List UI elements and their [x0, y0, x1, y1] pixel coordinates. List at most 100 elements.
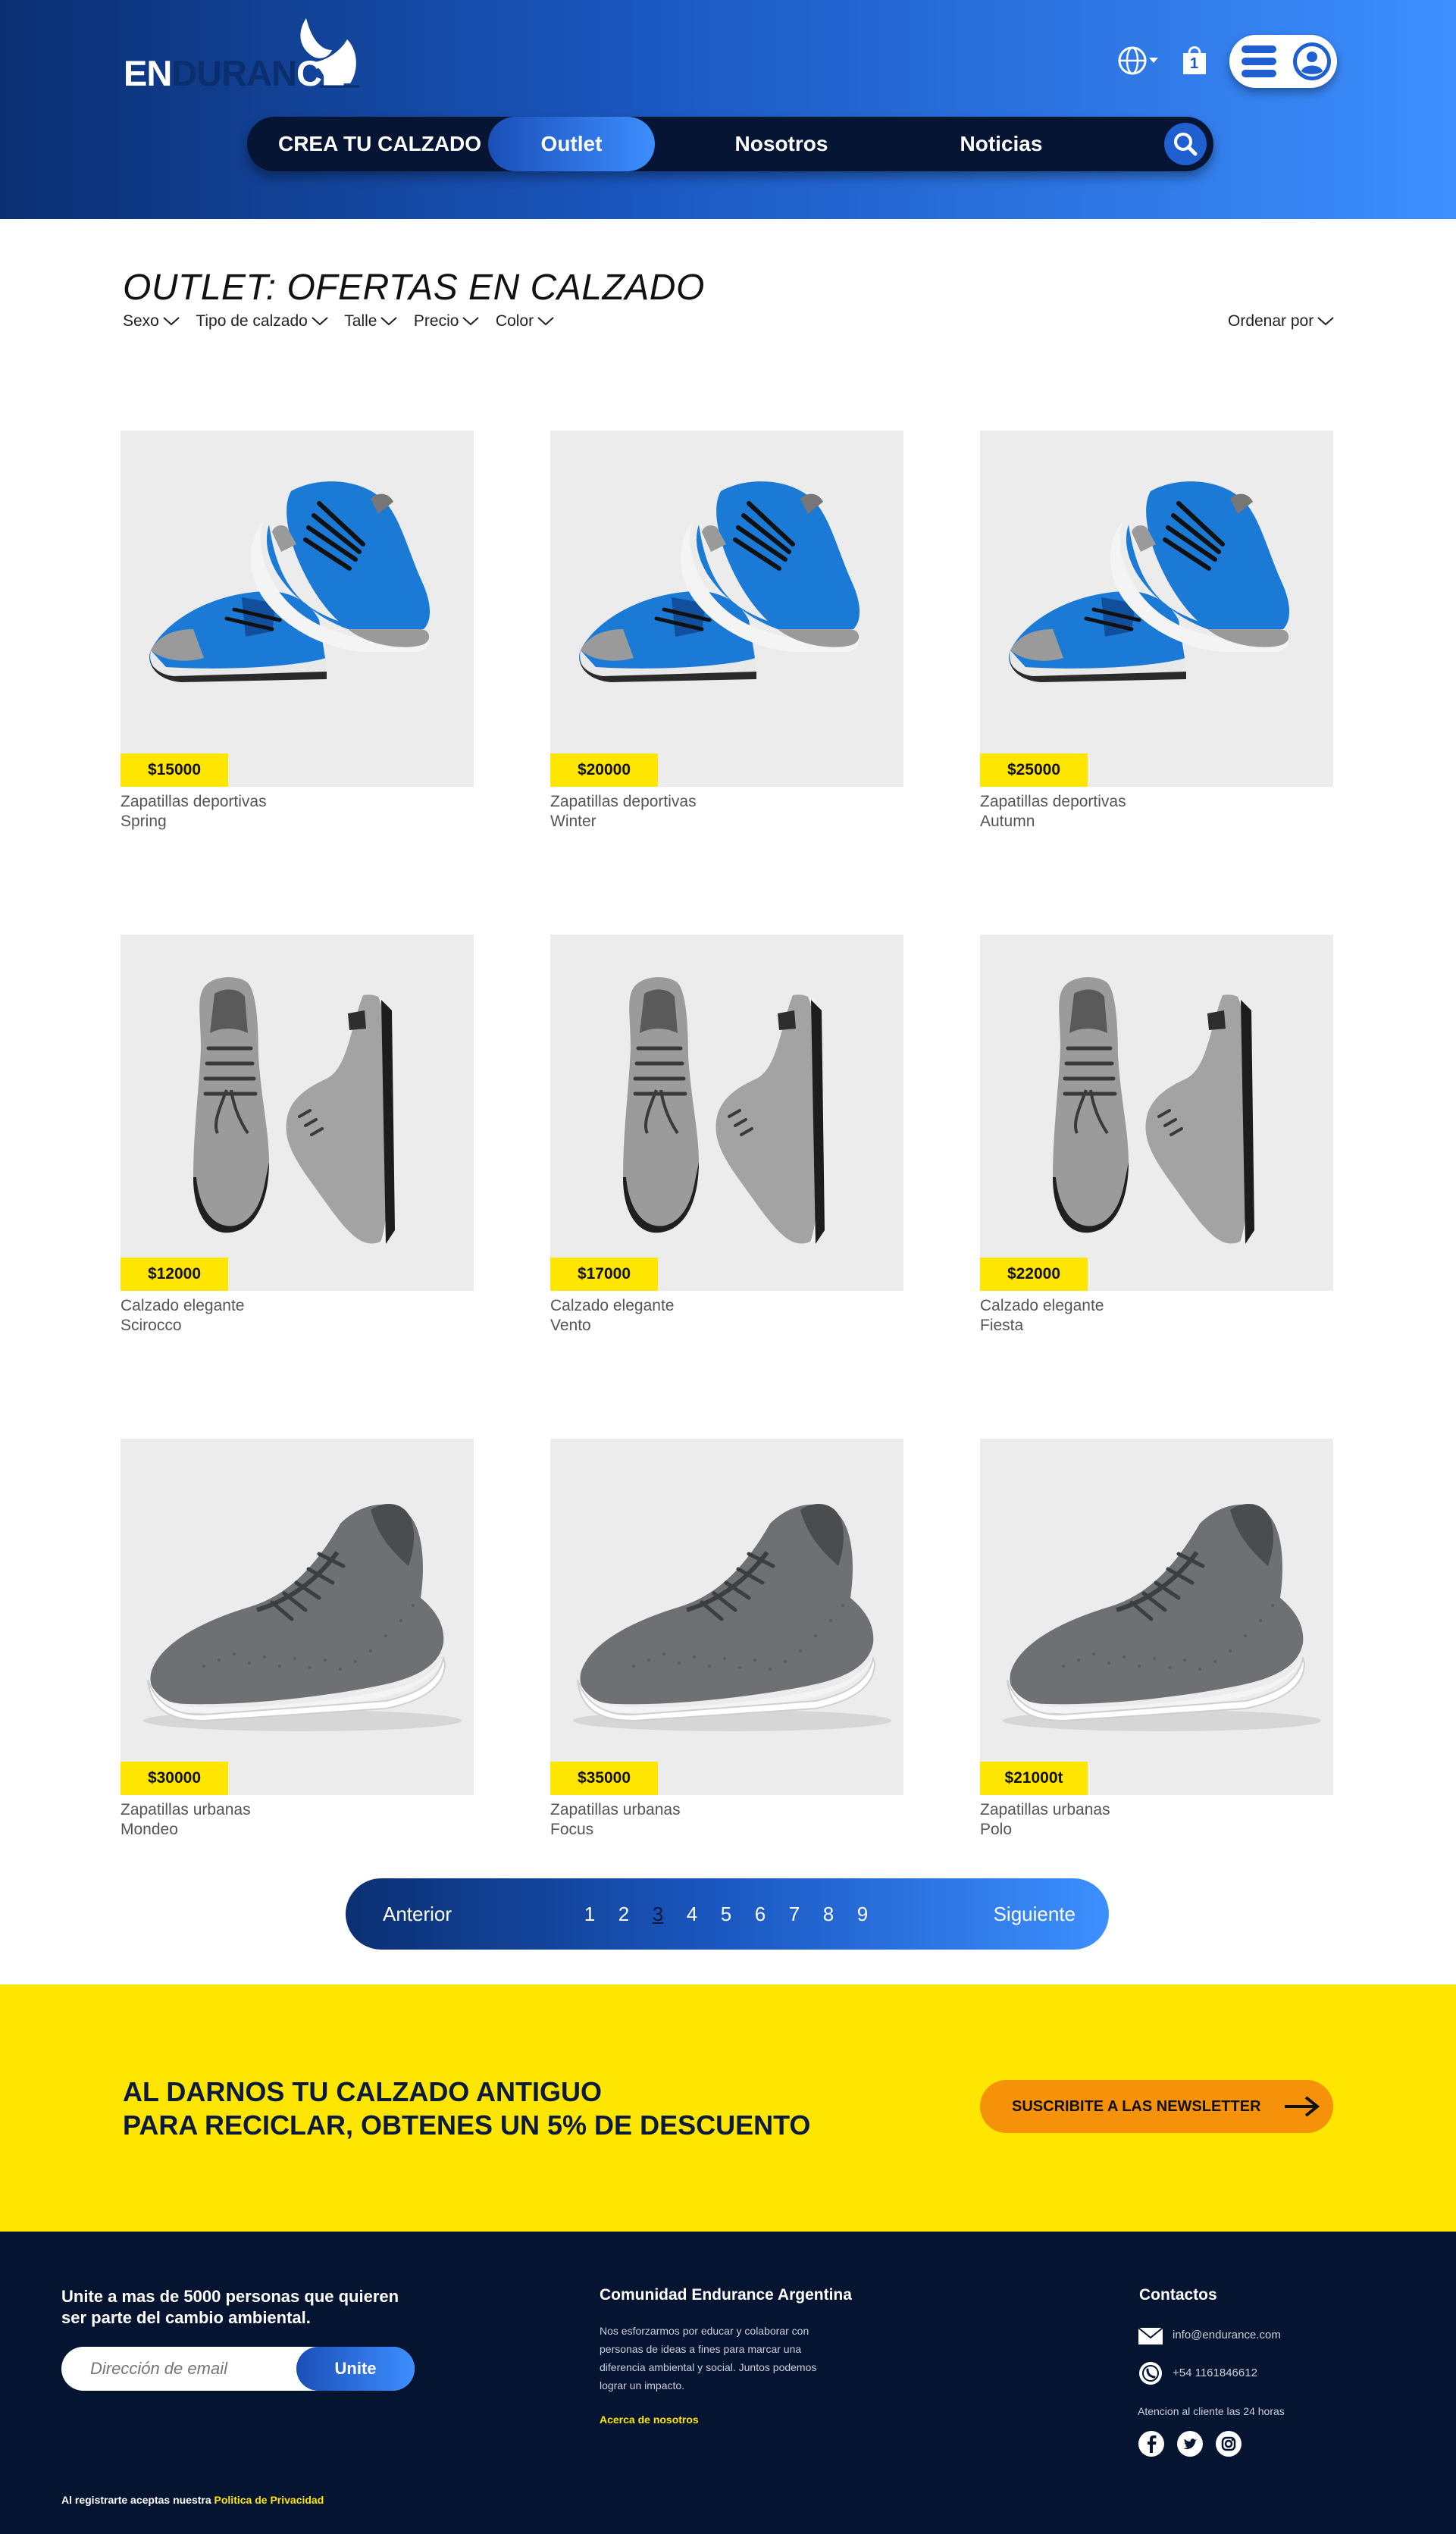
product-price: $20000: [550, 753, 658, 787]
nav-item-noticias[interactable]: Noticias: [914, 117, 1088, 171]
product-image[interactable]: [550, 431, 903, 787]
product-card[interactable]: $21000t Zapatillas urbanas Polo: [980, 1439, 1333, 1848]
instagram-icon[interactable]: [1215, 2430, 1242, 2457]
footer-join-text: Unite a mas de 5000 personas que quieren…: [61, 2287, 399, 2327]
product-image[interactable]: [980, 431, 1333, 787]
promo-line-2: PARA RECICLAR, OBTENES UN 5% DE DESCUENT…: [123, 2110, 811, 2141]
site-footer: Unite a mas de 5000 personas que quieren…: [0, 2232, 1456, 2534]
product-name: Scirocco: [121, 1317, 182, 1334]
product-card[interactable]: $20000 Zapatillas deportivas Winter: [550, 431, 903, 840]
twitter-icon[interactable]: [1176, 2430, 1204, 2457]
product-type: Zapatillas deportivas: [980, 793, 1126, 810]
product-type: Zapatillas urbanas: [550, 1801, 681, 1818]
main-nav: CREA TU CALZADO Outlet Nosotros Noticias: [247, 117, 1213, 171]
product-image[interactable]: [121, 935, 474, 1291]
filter-bar: Sexo Tipo de calzado Talle Precio Color: [123, 312, 567, 335]
user-avatar-icon[interactable]: [1292, 41, 1332, 82]
product-card[interactable]: $30000 Zapatillas urbanas Mondeo: [121, 1439, 474, 1848]
endurance-logo[interactable]: ENDURANCE: [122, 17, 365, 93]
nav-item-nosotros[interactable]: Nosotros: [694, 117, 869, 171]
newsletter-subscribe-button[interactable]: SUSCRIBITE A LAS NEWSLETTER: [980, 2080, 1333, 2133]
product-image[interactable]: [980, 935, 1333, 1291]
recycle-promo-banner: AL DARNOS TU CALZADO ANTIGUO PARA RECICL…: [0, 1984, 1456, 2232]
chevron-down-icon: [312, 317, 328, 326]
product-name: Autumn: [980, 813, 1035, 830]
cart-bag-icon[interactable]: 1: [1180, 44, 1209, 76]
page-4[interactable]: 4: [684, 1878, 700, 1950]
pagination-prev[interactable]: Anterior: [383, 1878, 452, 1950]
whatsapp-icon: [1139, 2362, 1162, 2385]
page-6[interactable]: 6: [753, 1878, 768, 1950]
page-8[interactable]: 8: [821, 1878, 836, 1950]
contacts-title: Contactos: [1139, 2286, 1217, 2304]
product-card[interactable]: $22000 Calzado elegante Fiesta: [980, 935, 1333, 1344]
shoe-image: [149, 481, 431, 682]
cart-count: 1: [1190, 55, 1199, 72]
promo-line-1: AL DARNOS TU CALZADO ANTIGUO: [123, 2076, 602, 2107]
shoe-image: [579, 481, 860, 682]
product-card[interactable]: $17000 Calzado elegante Vento: [550, 935, 903, 1344]
filter-talle[interactable]: Talle: [344, 312, 398, 330]
product-name: Polo: [980, 1821, 1013, 1838]
product-image[interactable]: [980, 1439, 1333, 1795]
language-globe-icon[interactable]: [1117, 45, 1160, 76]
product-price: $15000: [121, 753, 228, 787]
product-type: Zapatillas urbanas: [121, 1801, 251, 1818]
sort-dropdown[interactable]: Ordenar por: [1228, 312, 1335, 330]
product-price: $22000: [980, 1258, 1088, 1291]
page-3-current[interactable]: 3: [650, 1878, 665, 1950]
product-card[interactable]: $15000 Zapatillas deportivas Spring: [121, 431, 474, 840]
filter-color[interactable]: Color: [496, 312, 555, 330]
privacy-notice: Al registrarte aceptas nuestra Politica …: [61, 2494, 324, 2506]
product-type: Zapatillas urbanas: [980, 1801, 1110, 1818]
nav-item-outlet[interactable]: Outlet: [488, 117, 655, 171]
header-actions: 1: [1117, 35, 1337, 89]
filter-precio[interactable]: Precio: [414, 312, 481, 330]
page-5[interactable]: 5: [719, 1878, 734, 1950]
newsletter-form: Unite: [61, 2347, 415, 2391]
chevron-down-icon: [462, 317, 480, 326]
product-image[interactable]: [550, 935, 903, 1291]
product-name: Vento: [550, 1317, 591, 1334]
shoe-image: [623, 977, 825, 1244]
product-name: Fiesta: [980, 1317, 1024, 1334]
page-7[interactable]: 7: [787, 1878, 802, 1950]
product-image[interactable]: [550, 1439, 903, 1795]
page-9[interactable]: 9: [855, 1878, 870, 1950]
hamburger-menu-icon[interactable]: [1237, 42, 1282, 80]
product-card[interactable]: $25000 Zapatillas deportivas Autumn: [980, 431, 1333, 840]
page-2[interactable]: 2: [616, 1878, 631, 1950]
shoe-image: [193, 977, 395, 1244]
shoe-image: [1003, 1503, 1321, 1731]
product-price: $30000: [121, 1762, 228, 1795]
leaf-logo-icon: [300, 18, 359, 88]
product-price: $35000: [550, 1762, 658, 1795]
page-1[interactable]: 1: [582, 1878, 597, 1950]
envelope-icon: [1138, 2327, 1163, 2344]
filter-tipo-de-calzado[interactable]: Tipo de calzado: [196, 312, 328, 330]
product-name: Winter: [550, 813, 596, 830]
shoe-image: [1009, 481, 1290, 682]
filter-sexo[interactable]: Sexo: [123, 312, 180, 330]
menu-account-toggle[interactable]: [1229, 35, 1337, 88]
facebook-icon[interactable]: [1138, 2430, 1165, 2457]
community-description: Nos esforzarmos por educar y colaborar c…: [600, 2325, 817, 2391]
shoe-image: [573, 1503, 891, 1731]
about-us-link[interactable]: Acerca de nosotros: [600, 2413, 699, 2426]
email-input[interactable]: [90, 2347, 287, 2391]
product-card[interactable]: $35000 Zapatillas urbanas Focus: [550, 1439, 903, 1848]
page-title: OUTLET: OFERTAS EN CALZADO: [123, 268, 705, 308]
privacy-policy-link[interactable]: Politica de Privacidad: [214, 2494, 324, 2506]
arrow-right-icon: [1285, 2096, 1320, 2117]
support-hours: Atencion al cliente las 24 horas: [1138, 2405, 1285, 2417]
product-image[interactable]: [121, 1439, 474, 1795]
product-image[interactable]: [121, 431, 474, 787]
search-button[interactable]: [1164, 123, 1207, 165]
nav-item-crea-tu-calzado[interactable]: CREA TU CALZADO: [277, 117, 482, 171]
product-price: $25000: [980, 753, 1088, 787]
pagination-next[interactable]: Siguiente: [994, 1878, 1076, 1950]
product-card[interactable]: $12000 Calzado elegante Scirocco: [121, 935, 474, 1344]
product-price: $21000t: [980, 1762, 1088, 1795]
join-button[interactable]: Unite: [296, 2347, 415, 2391]
product-type: Zapatillas deportivas: [121, 793, 267, 810]
